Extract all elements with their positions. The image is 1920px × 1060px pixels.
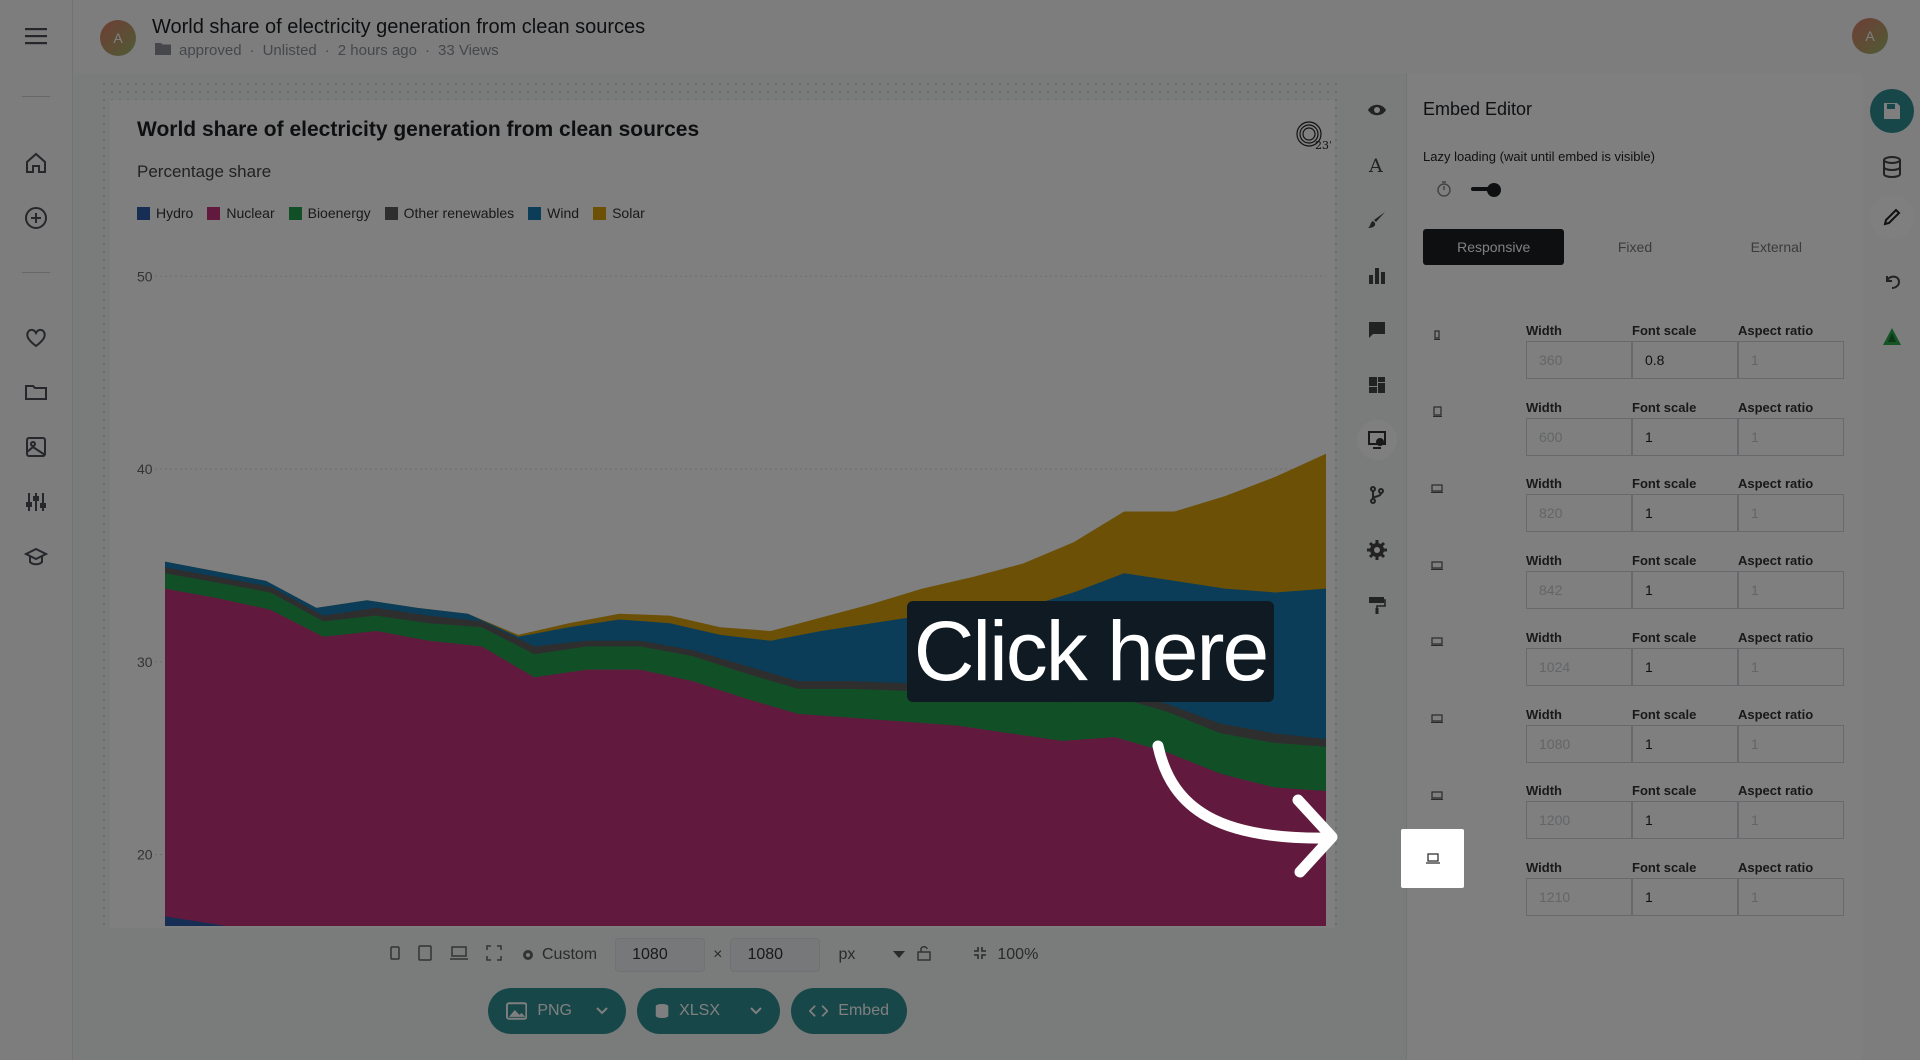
tutorial-callout: Click here	[907, 601, 1274, 702]
laptop-icon	[1425, 853, 1440, 864]
highlighted-breakpoint-device-icon[interactable]	[1401, 829, 1464, 888]
tutorial-arrow-icon	[1152, 740, 1338, 878]
tutorial-overlay	[0, 0, 1920, 1060]
